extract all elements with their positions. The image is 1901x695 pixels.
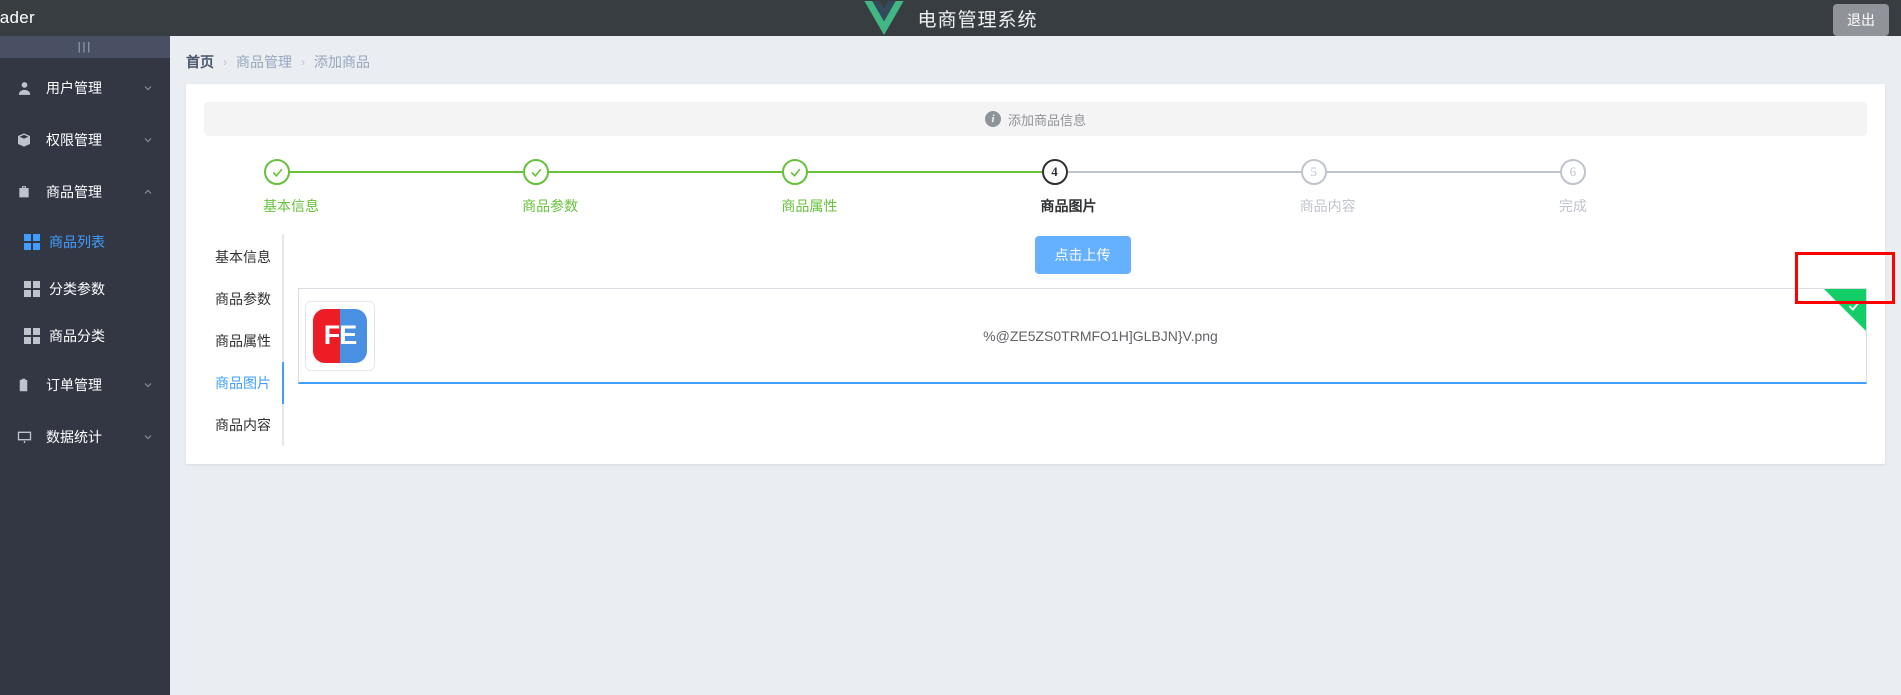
step-line (1325, 171, 1560, 173)
app-title: 电商管理系统 (917, 9, 1038, 31)
fe-logo-icon: FE (313, 308, 367, 363)
step-circle: 5 (1300, 159, 1327, 185)
check-icon (1848, 301, 1860, 311)
alert-banner: i 添加商品信息 (204, 102, 1867, 136)
step-circle: 6 (1559, 159, 1586, 185)
step-goods-content[interactable]: 5 商品内容 (1300, 158, 1560, 216)
step-line (1066, 171, 1301, 173)
sidebar-item-label: 商品管理 (46, 184, 102, 200)
sidebar-menu: 用户管理 权限管理 商品管理 商品列表 分类参数 商品分类 订单管理 数据统计 (0, 58, 170, 463)
sidebar-item-category-params[interactable]: 分类参数 (0, 265, 170, 312)
step-label: 商品参数 (522, 198, 579, 214)
sidebar-item-label: 订单管理 (46, 377, 102, 393)
breadcrumb-separator-icon: › (301, 55, 305, 69)
briefcase-icon (16, 183, 38, 201)
main-content: 首页 › 商品管理 › 添加商品 i 添加商品信息 基本信息 商品参数 商品属性… (170, 36, 1901, 695)
fe-logo-text: FE (323, 320, 358, 350)
sidebar-item-user-management[interactable]: 用户管理 (0, 62, 170, 114)
tab-basic-info[interactable]: 基本信息 (204, 236, 282, 278)
step-complete[interactable]: 6 完成 (1559, 158, 1819, 216)
grid-icon (24, 327, 40, 344)
step-label: 基本信息 (263, 198, 319, 214)
step-goods-pictures[interactable]: 4 商品图片 (1041, 158, 1301, 216)
header-left-label: eader (0, 8, 35, 27)
step-goods-params[interactable]: 商品参数 (522, 158, 783, 216)
alert-text: 添加商品信息 (1007, 112, 1086, 128)
grid-icon (24, 280, 40, 297)
step-label: 完成 (1558, 198, 1587, 214)
header-brand: 电商管理系统 (0, 0, 1901, 36)
chevron-down-icon (144, 138, 152, 143)
app-header: eader 电商管理系统 退出 (0, 0, 1901, 36)
chevron-down-icon (144, 86, 152, 91)
sidebar-toggle-button[interactable]: ||| (0, 36, 170, 58)
step-label: 商品内容 (1299, 198, 1356, 214)
chevron-down-icon (144, 383, 152, 388)
sidebar-item-goods-category[interactable]: 商品分类 (0, 312, 170, 359)
logout-button[interactable]: 退出 (1833, 4, 1889, 36)
breadcrumb-separator-icon: › (223, 55, 227, 69)
box-icon (16, 131, 38, 149)
check-icon (531, 168, 542, 177)
sidebar-item-label: 用户管理 (46, 80, 102, 96)
sidebar-item-goods-list[interactable]: 商品列表 (0, 218, 170, 265)
breadcrumb-item-goods-management[interactable]: 商品管理 (236, 52, 292, 72)
sidebar-item-label: 商品分类 (49, 327, 105, 344)
app-root: eader 电商管理系统 退出 ||| 用户管理 (0, 0, 1901, 695)
step-label: 商品图片 (1040, 198, 1097, 214)
sidebar-item-goods-management[interactable]: 商品管理 (0, 166, 170, 218)
step-circle (523, 159, 550, 185)
sidebar-item-label: 数据统计 (46, 429, 102, 445)
user-icon (16, 79, 38, 97)
step-circle (782, 159, 809, 185)
step-basic-info[interactable]: 基本信息 (263, 158, 524, 216)
breadcrumb: 首页 › 商品管理 › 添加商品 (170, 36, 1901, 84)
uploaded-file-row[interactable]: FE %@ZE5ZS0TRMFO1H]GLBJN}V.png (298, 288, 1867, 384)
chevron-down-icon (144, 435, 152, 440)
clipboard-icon (16, 376, 38, 394)
tab-pane-goods-pictures: 点击上传 FE %@ZE5ZS0TRMFO1H]GLBJN}V.png (284, 234, 1867, 446)
tab-goods-params[interactable]: 商品参数 (204, 278, 282, 320)
upload-button[interactable]: 点击上传 (1034, 236, 1131, 274)
chevron-up-icon (144, 189, 152, 194)
sidebar-item-data-statistics[interactable]: 数据统计 (0, 411, 170, 463)
breadcrumb-item-add-goods: 添加商品 (314, 54, 370, 70)
step-circle: 4 (1041, 159, 1068, 185)
file-thumbnail[interactable]: FE (305, 300, 375, 371)
step-label: 商品属性 (781, 198, 838, 214)
sidebar-item-label: 商品列表 (49, 233, 105, 250)
chart-icon (16, 428, 38, 446)
sidebar-item-rights-management[interactable]: 权限管理 (0, 114, 170, 166)
step-line (548, 171, 783, 173)
tab-goods-content[interactable]: 商品内容 (204, 404, 282, 446)
step-line (807, 171, 1042, 173)
sidebar-item-order-management[interactable]: 订单管理 (0, 359, 170, 411)
tabs-nav: 基本信息 商品参数 商品属性 商品图片 商品内容 (204, 234, 284, 446)
breadcrumb-item-home[interactable]: 首页 (186, 52, 214, 72)
check-icon (790, 168, 801, 177)
tabs-container: 基本信息 商品参数 商品属性 商品图片 商品内容 点击上传 FE %@ZE5ZS… (204, 234, 1867, 446)
step-goods-attributes[interactable]: 商品属性 (781, 158, 1042, 216)
tab-goods-pictures[interactable]: 商品图片 (204, 362, 284, 404)
steps-bar: 基本信息 商品参数 商品属性 4 商品图片 5 商品内容 6 完成 (204, 158, 1867, 216)
step-circle (264, 159, 290, 185)
sidebar: ||| 用户管理 权限管理 商品管理 商品列表 分类参数 商品分类 订单管理 数… (0, 36, 170, 695)
file-name-label: %@ZE5ZS0TRMFO1H]GLBJN}V.png (983, 327, 1218, 344)
tab-goods-attributes[interactable]: 商品属性 (204, 320, 282, 362)
vue-logo-icon (864, 1, 905, 35)
add-goods-card: i 添加商品信息 基本信息 商品参数 商品属性 4 商品图片 5 商品内容 6 … (186, 84, 1885, 464)
sidebar-item-label: 权限管理 (46, 132, 102, 148)
grid-icon (24, 233, 40, 250)
check-icon (272, 168, 282, 177)
sidebar-item-label: 分类参数 (49, 280, 105, 297)
step-line (289, 171, 524, 173)
info-icon: i (984, 111, 1001, 127)
